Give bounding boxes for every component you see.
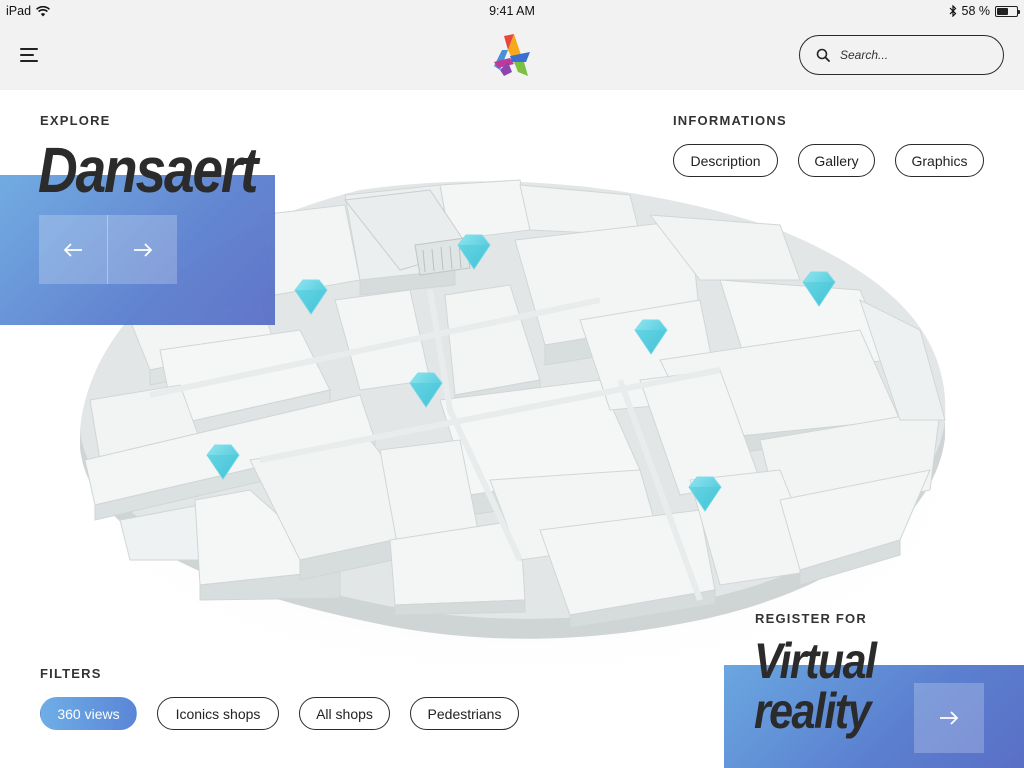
register-label: REGISTER FOR	[755, 611, 867, 626]
description-button[interactable]: Description	[673, 144, 778, 177]
top-header	[0, 22, 1024, 90]
battery-icon	[995, 5, 1020, 17]
battery-percent: 58 %	[961, 4, 991, 18]
search-input[interactable]	[840, 48, 980, 62]
filter-360-views[interactable]: 360 views	[40, 697, 137, 730]
hamburger-menu-button[interactable]	[14, 40, 44, 70]
status-bar: iPad 9:41 AM 58 %	[0, 0, 1024, 22]
arrow-right-icon	[940, 711, 959, 725]
register-title-line2: reality	[754, 683, 871, 739]
arrow-right-icon	[133, 242, 152, 257]
app-logo[interactable]	[490, 32, 534, 78]
arrow-left-icon	[63, 242, 82, 257]
filter-pedestrians[interactable]: Pedestrians	[410, 697, 519, 730]
previous-place-button[interactable]	[39, 215, 108, 284]
status-right: 58 %	[949, 4, 1020, 18]
status-time: 9:41 AM	[489, 4, 535, 18]
battery-fill	[997, 7, 1008, 15]
place-title: Dansaert	[38, 134, 259, 206]
filters-label: FILTERS	[40, 666, 102, 681]
search-field[interactable]	[799, 35, 1004, 75]
filter-all-shops[interactable]: All shops	[299, 697, 390, 730]
register-title-line1: Virtual	[754, 633, 877, 689]
explore-label: EXPLORE	[40, 113, 111, 128]
register-vr-button[interactable]	[914, 683, 984, 753]
next-place-button[interactable]	[108, 215, 177, 284]
bluetooth-icon	[949, 5, 956, 17]
search-icon	[816, 48, 830, 62]
register-title: Virtual reality	[754, 633, 877, 739]
informations-label: INFORMATIONS	[673, 113, 787, 128]
graphics-button[interactable]: Graphics	[895, 144, 984, 177]
gallery-button[interactable]: Gallery	[798, 144, 875, 177]
filter-iconics-shops[interactable]: Iconics shops	[157, 697, 279, 730]
